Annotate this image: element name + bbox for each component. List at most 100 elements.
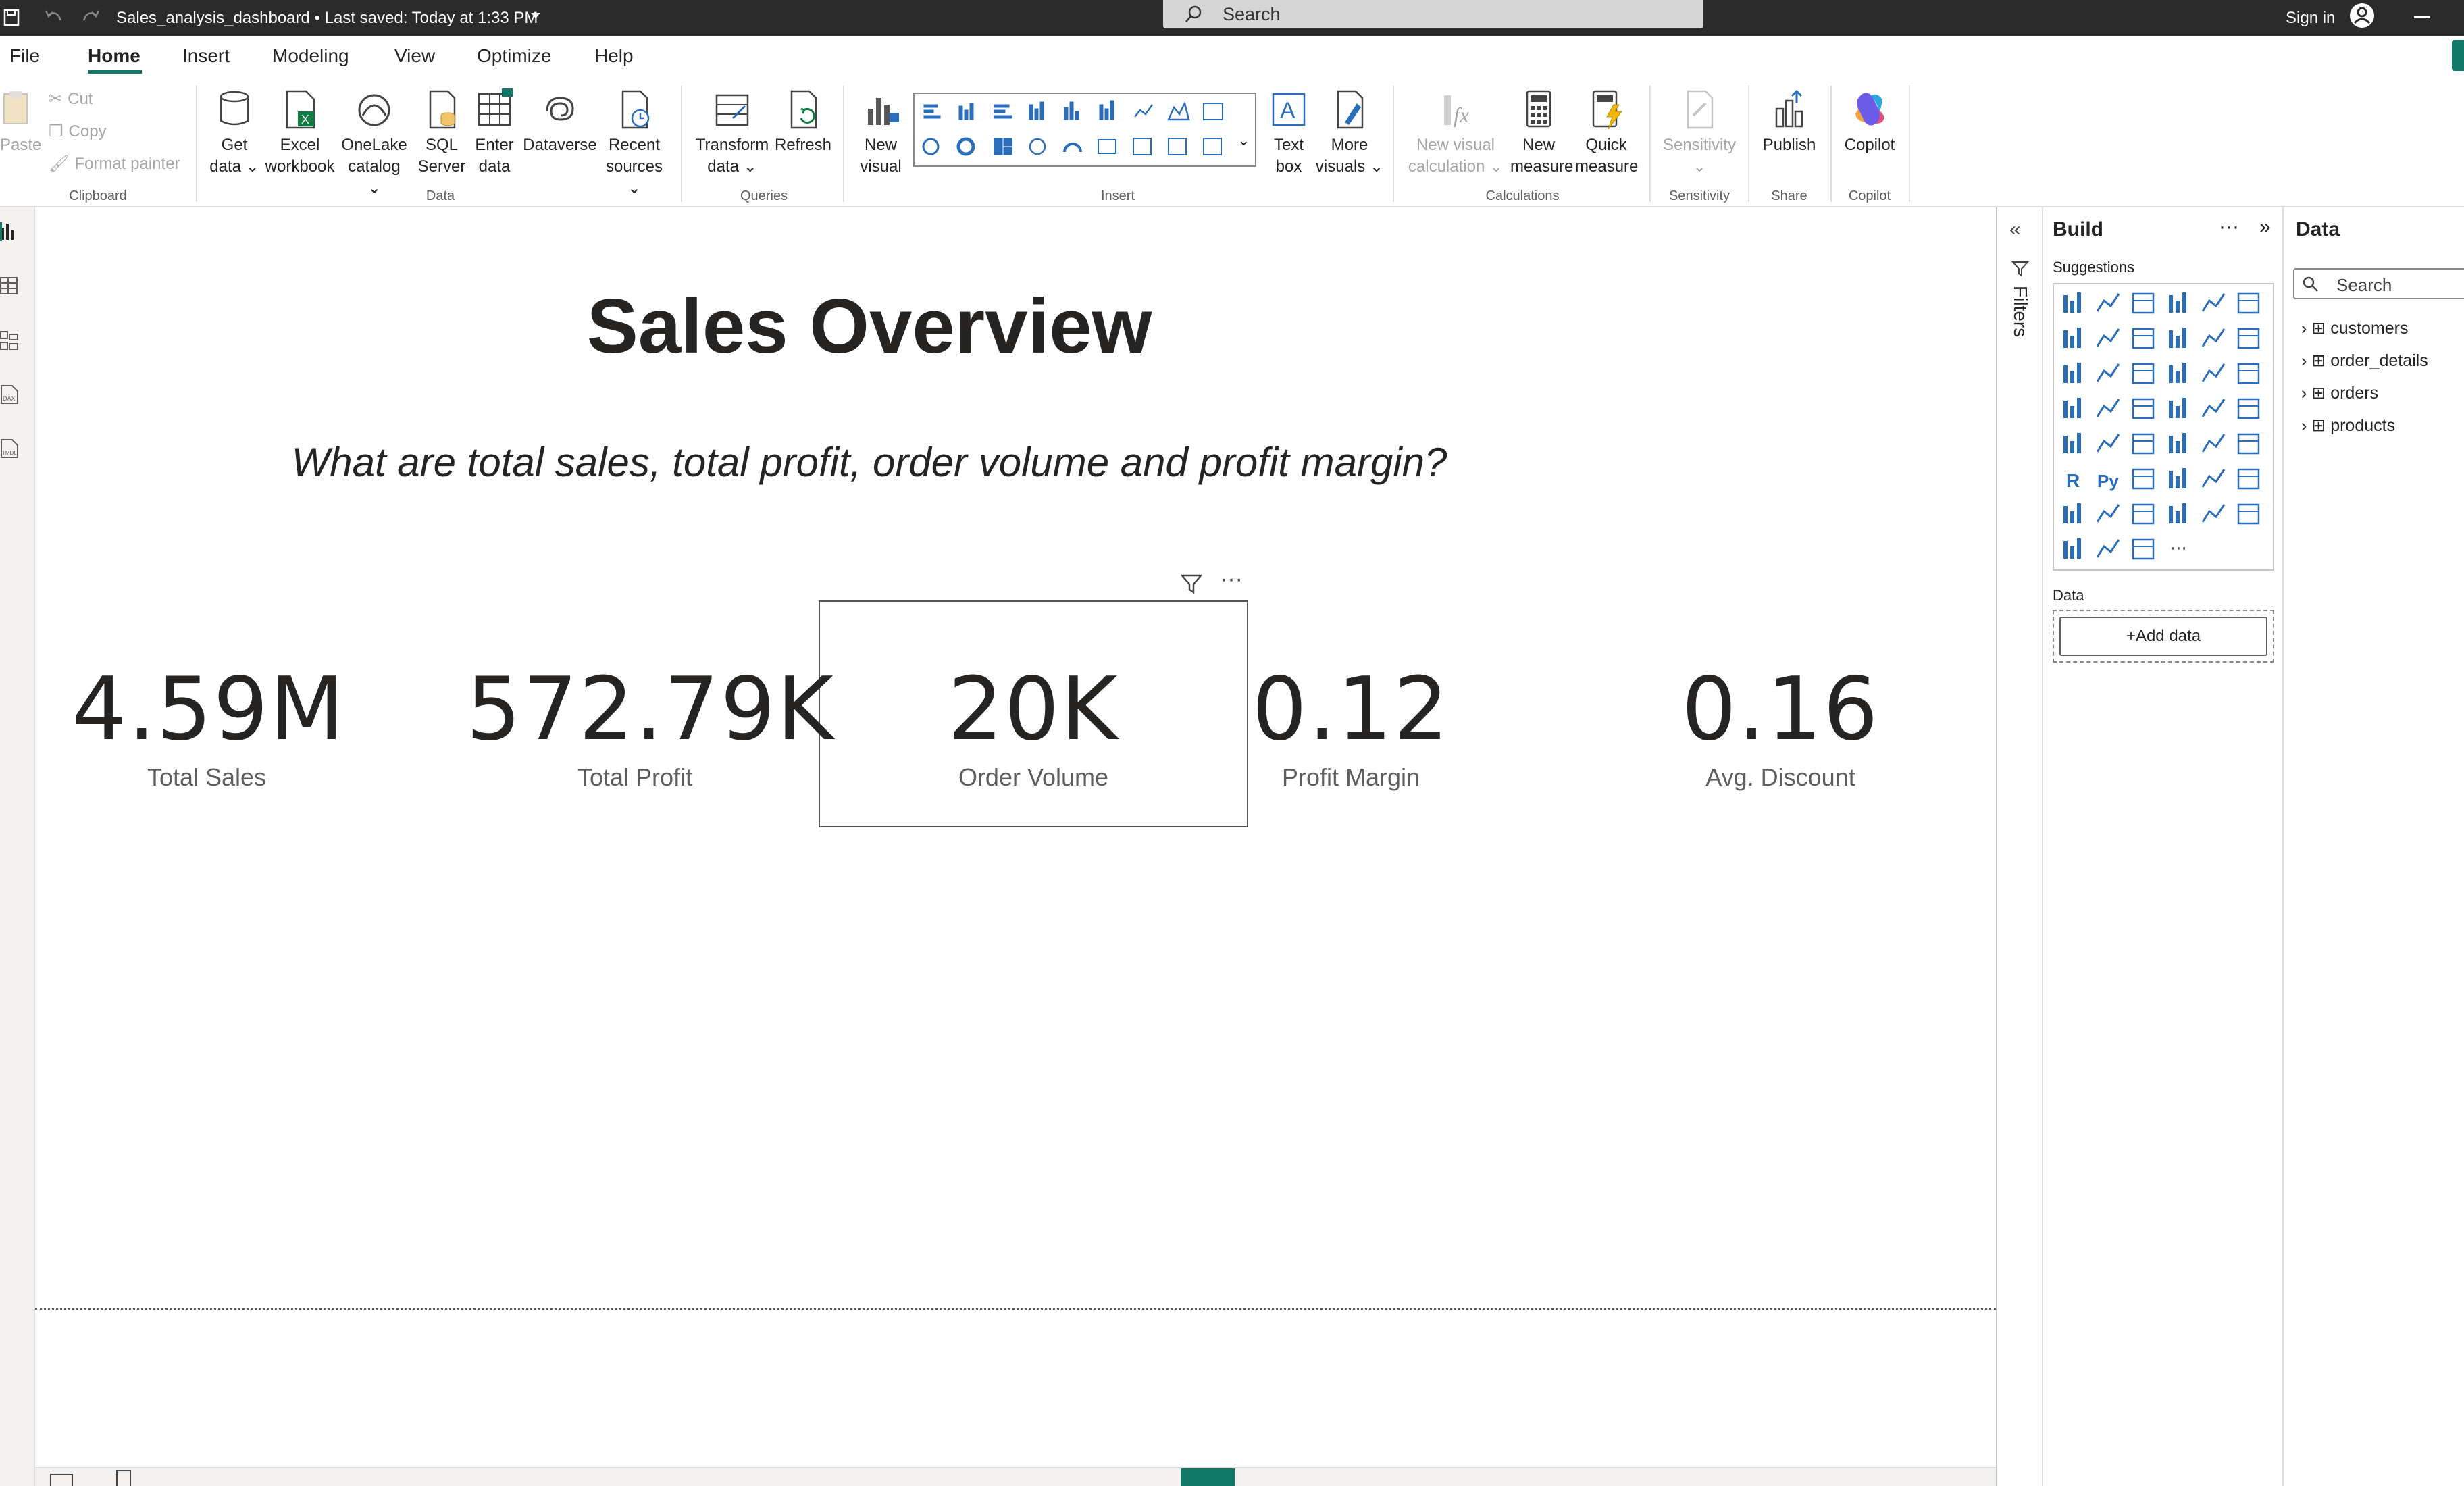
scatter-icon[interactable] — [2169, 363, 2186, 383]
goals-icon[interactable] — [2063, 503, 2081, 523]
tmdl-view-icon[interactable]: TMDL — [0, 437, 20, 460]
key-influencers-icon[interactable] — [2132, 468, 2155, 490]
collapse-build-icon[interactable]: » — [2259, 215, 2271, 238]
transform-data-button[interactable]: Transform data ⌄ — [692, 88, 773, 178]
add-data-button[interactable]: +Add data — [2059, 617, 2267, 656]
paginated-report-icon[interactable] — [2096, 504, 2120, 523]
copy-button[interactable]: ❐ Copy — [49, 121, 107, 143]
kpi-card-profit-margin[interactable]: 0.12 Profit Margin — [1216, 659, 1486, 792]
azure-map-icon[interactable] — [2201, 399, 2226, 417]
shape-map-icon[interactable] — [2169, 398, 2186, 418]
table-orders[interactable]: › ⊞ orders — [2301, 383, 2378, 403]
line-clustered-column-icon[interactable] — [2201, 328, 2226, 347]
save-icon[interactable] — [3, 8, 20, 27]
report-canvas[interactable] — [35, 207, 1996, 1470]
tab-home[interactable]: Home — [88, 45, 140, 67]
treemap-icon[interactable] — [2063, 398, 2081, 418]
filters-pane[interactable]: « Filters — [1996, 207, 2043, 1486]
enter-data-button[interactable]: Enter data — [469, 88, 520, 178]
kpi-card-total-profit[interactable]: 572.79K Total Profit — [466, 659, 833, 792]
line-stacked-column-icon[interactable] — [2237, 328, 2260, 349]
sensitivity-button[interactable]: Sensitivity ⌄ — [1659, 88, 1740, 178]
ribbon-icon[interactable] — [2063, 363, 2081, 383]
table-customers[interactable]: › ⊞ customers — [2301, 318, 2409, 338]
matrix-icon[interactable] — [2237, 433, 2260, 455]
map-icon[interactable] — [2096, 399, 2120, 417]
add-page-button[interactable] — [1181, 1468, 1235, 1486]
slicer-icon[interactable] — [2169, 433, 2186, 453]
line-icon[interactable] — [2063, 328, 2081, 348]
tab-view[interactable]: View — [394, 45, 435, 67]
model-view-icon[interactable] — [0, 329, 20, 352]
global-search[interactable]: Search — [1163, 0, 1703, 28]
format-painter-button[interactable]: 🖌 Format painter — [49, 153, 180, 175]
kpi-icon[interactable] — [2132, 433, 2155, 455]
mobile-layout-icon[interactable] — [116, 1470, 131, 1486]
new-slicer-icon[interactable] — [2237, 503, 2260, 525]
quick-measure-button[interactable]: Quick measure — [1575, 88, 1638, 178]
button-slicer-icon[interactable] — [2063, 538, 2081, 559]
sign-in-link[interactable]: Sign in — [2286, 0, 2335, 36]
100-stacked-bar-icon[interactable] — [2201, 293, 2226, 312]
waterfall-icon[interactable] — [2096, 363, 2120, 382]
100-stacked-column-icon[interactable] — [2237, 292, 2260, 314]
gauge-icon[interactable] — [2237, 398, 2260, 419]
kpi-card-order-volume[interactable]: 20K Order Volume — [831, 659, 1236, 792]
power-automate-icon[interactable] — [2169, 503, 2186, 523]
filter-icon[interactable] — [1179, 571, 1204, 596]
funnel-icon[interactable] — [2132, 363, 2155, 384]
python-visual-icon[interactable]: Py — [2097, 471, 2119, 491]
card-icon[interactable] — [2063, 433, 2081, 453]
decomposition-tree-icon[interactable] — [2169, 468, 2186, 488]
undo-icon[interactable] — [43, 8, 63, 26]
page-subtitle[interactable]: What are total sales, total profit, orde… — [35, 439, 1703, 486]
power-bi-visual-icon[interactable] — [2132, 538, 2155, 560]
more-options-icon[interactable]: ··· — [1220, 566, 1243, 592]
pie-icon[interactable] — [2201, 363, 2226, 382]
filters-pane-label[interactable]: Filters — [2009, 286, 2031, 337]
new-card-icon[interactable] — [2201, 504, 2226, 523]
share-badge[interactable] — [2452, 40, 2464, 71]
sql-server-button[interactable]: SQL Server — [415, 88, 469, 178]
dataverse-button[interactable]: Dataverse — [523, 88, 597, 156]
visualizations-gallery[interactable]: R Py ··· — [2053, 283, 2274, 571]
area-icon[interactable] — [2096, 328, 2120, 347]
tab-help[interactable]: Help — [594, 45, 634, 67]
page-view-icon[interactable] — [50, 1474, 73, 1486]
new-visual-calculation-button[interactable]: fx New visual calculation ⌄ — [1405, 88, 1506, 178]
redo-icon[interactable] — [81, 8, 101, 26]
recent-sources-button[interactable]: Recent sources ⌄ — [597, 88, 671, 199]
minimize-icon[interactable] — [2414, 16, 2430, 18]
collapse-panes-icon[interactable]: « — [2009, 218, 2021, 241]
tab-file[interactable]: File — [9, 45, 40, 67]
gallery-expand-icon[interactable]: ⌄ — [1237, 132, 1250, 149]
donut-icon[interactable] — [2237, 363, 2260, 384]
refresh-button[interactable]: Refresh — [773, 88, 833, 156]
cut-button[interactable]: ✂ Cut — [49, 88, 93, 110]
publish-button[interactable]: Publish — [1757, 88, 1821, 156]
fabric-visual-icon[interactable] — [2096, 539, 2120, 558]
new-measure-button[interactable]: New measure — [1510, 88, 1573, 178]
kpi-card-avg-discount[interactable]: 0.16 Avg. Discount — [1645, 659, 1916, 792]
account-icon[interactable] — [2348, 1, 2376, 30]
stacked-area-icon[interactable] — [2132, 328, 2155, 349]
table-order-details[interactable]: › ⊞ order_details — [2301, 351, 2428, 371]
title-dropdown-icon[interactable] — [530, 11, 542, 20]
more-icon[interactable]: ··· — [2170, 539, 2187, 559]
stacked-bar-icon[interactable] — [2063, 292, 2081, 313]
visual-gallery[interactable] — [913, 93, 1256, 167]
r-visual-icon[interactable]: R — [2066, 470, 2080, 491]
data-search-input[interactable]: Search — [2293, 268, 2464, 299]
more-visuals-button[interactable]: More visuals ⌄ — [1314, 88, 1385, 178]
table-view-icon[interactable] — [0, 275, 20, 298]
report-view-icon[interactable] — [0, 221, 20, 244]
paste-button[interactable]: Paste — [0, 88, 41, 156]
tab-optimize[interactable]: Optimize — [477, 45, 551, 67]
tab-modeling[interactable]: Modeling — [272, 45, 349, 67]
copilot-button[interactable]: Copilot — [1836, 88, 1903, 156]
excel-workbook-button[interactable]: X Excel workbook — [265, 88, 335, 178]
kpi-card-total-sales[interactable]: 4.59M Total Sales — [72, 659, 344, 792]
build-more-options-icon[interactable]: ··· — [2219, 215, 2239, 238]
qa-icon[interactable] — [2201, 469, 2226, 488]
get-data-button[interactable]: Get data ⌄ — [203, 88, 266, 178]
